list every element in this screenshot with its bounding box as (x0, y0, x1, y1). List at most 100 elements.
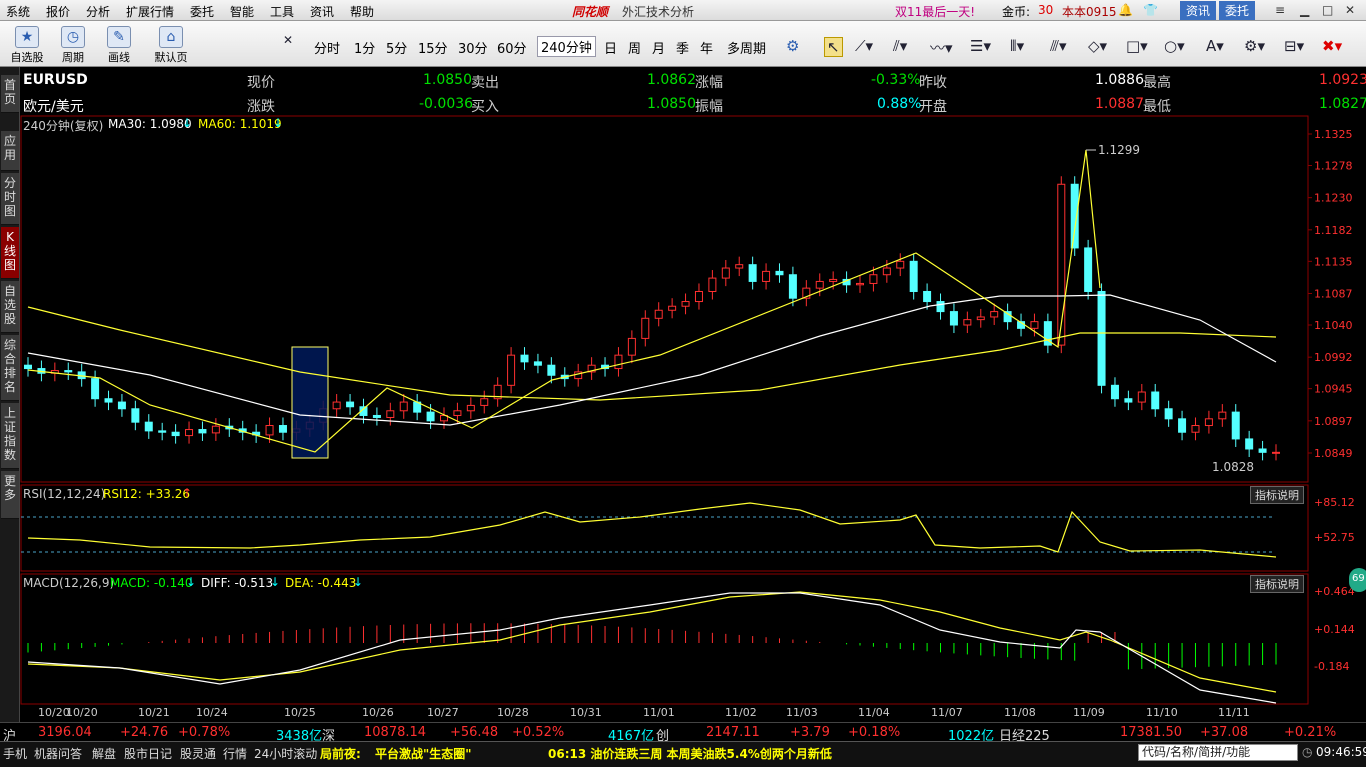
candle-body (654, 309, 663, 319)
candle-body (24, 364, 32, 370)
rsi-pane-frame (20, 484, 1309, 572)
macd-title: MACD(12,26,9) (23, 576, 115, 590)
candle-body (91, 378, 100, 400)
candle-body (1231, 411, 1240, 440)
candle-body (386, 410, 395, 418)
tab-diary[interactable]: 股市日记 (124, 745, 172, 762)
candle-body (614, 354, 623, 370)
tab-robot-qa[interactable]: 机器问答 (34, 745, 82, 762)
clock-time: 09:46:59 (1316, 745, 1366, 759)
candle-body (1191, 425, 1200, 433)
candle-body (507, 354, 516, 386)
clock-icon: ◷ (1302, 745, 1313, 759)
ma30-line (27, 294, 1277, 426)
x-tick-label: 10/20 (66, 706, 98, 719)
market-index-bar: 沪 3196.04 +24.76 +0.78% 3438亿 深 10878.14… (0, 722, 1366, 744)
y-tick-label: 1.0849 (1314, 447, 1353, 460)
macd-value: MACD: -0.140 (110, 576, 193, 590)
y-tick-label: 1.0945 (1314, 383, 1353, 396)
diff-value: DIFF: -0.513 (201, 576, 274, 590)
candle-body (399, 401, 408, 412)
float-badge[interactable]: 69 (1349, 568, 1366, 592)
news-headline-1[interactable]: 平台激战"生态圈" (375, 745, 472, 762)
tab-market[interactable]: 行情 (223, 745, 247, 762)
tab-24h-news[interactable]: 24小时滚动 (254, 745, 317, 762)
x-tick-label: 11/09 (1073, 706, 1105, 719)
candle-body (372, 414, 381, 418)
candle-body (1178, 418, 1187, 433)
highlight-box (291, 346, 329, 459)
x-tick-label: 10/28 (497, 706, 529, 719)
candle-body (708, 277, 717, 292)
diff-arrow-icon: ↓ (270, 575, 281, 589)
search-input[interactable]: 代码/名称/简拼/功能 (1138, 744, 1298, 761)
tab-stock-link[interactable]: 股灵通 (180, 745, 216, 762)
y-tick-label: 1.0992 (1314, 351, 1353, 364)
macd-help-button[interactable]: 指标说明 (1250, 575, 1304, 593)
macd-tick-label: +0.464 (1314, 585, 1355, 598)
candle-body (426, 411, 435, 422)
candle-body (1245, 438, 1254, 450)
candle-body (681, 301, 690, 307)
chart-frame (20, 115, 1309, 705)
chart-area[interactable]: 1.1325 1.1278 1.1230 1.1182 1.1135 1.1087 1.10… (0, 0, 1366, 767)
x-tick-label: 11/01 (643, 706, 675, 719)
sz-change: +56.48 (450, 725, 499, 740)
y-tick-label: 1.1278 (1314, 159, 1353, 172)
candle-body (1272, 451, 1280, 454)
cy-pct: +0.18% (848, 725, 901, 740)
candle-body (1137, 391, 1146, 403)
candle-body (1218, 411, 1227, 420)
kline-title: 240分钟(复权) (23, 119, 104, 133)
candle-body (453, 410, 462, 416)
candle-body (171, 431, 180, 437)
ma60-arrow-icon: ↓ (273, 116, 284, 130)
ma60-line (27, 306, 1277, 401)
candle-body (117, 401, 126, 410)
candle-body (547, 364, 556, 376)
sh-value[interactable]: 3196.04 (38, 725, 92, 740)
x-tick-label: 10/27 (427, 706, 459, 719)
macd-layer (27, 591, 1277, 704)
cy-change: +3.79 (790, 725, 830, 740)
dea-arrow-icon: ↓ (353, 575, 364, 589)
indicator-lines (27, 149, 1277, 453)
news-label: 局前夜: (320, 747, 361, 761)
candle-body (869, 274, 878, 284)
cy-value[interactable]: 2147.11 (706, 725, 760, 740)
x-tick-label: 11/08 (1004, 706, 1036, 719)
zigzag-line (27, 149, 1101, 453)
sz-value[interactable]: 10878.14 (364, 725, 426, 740)
tab-mobile[interactable]: 手机 (3, 745, 27, 762)
candle-body (520, 354, 529, 363)
macd-tick-label: -0.184 (1314, 660, 1349, 673)
ma60-label: MA60: 1.1019 (198, 117, 282, 131)
candle-body (1084, 247, 1093, 292)
candles-layer (24, 176, 1280, 461)
nk-change: +37.08 (1200, 725, 1249, 740)
candle-body (641, 317, 650, 339)
dea-value: DEA: -0.443 (285, 576, 357, 590)
diff-line (27, 592, 1277, 704)
sh-change: +24.76 (120, 725, 169, 740)
x-tick-label: 10/20 (38, 706, 70, 719)
candle-body (949, 311, 958, 326)
candle-body (896, 260, 905, 269)
rsi-value: RSI12: +33.26 (103, 487, 191, 501)
candle-body (332, 401, 341, 410)
nk-pct: +0.21% (1284, 725, 1337, 740)
rsi-title: RSI(12,12,24) (23, 487, 106, 501)
rsi-help-button[interactable]: 指标说明 (1250, 486, 1304, 504)
tab-analysis[interactable]: 解盘 (92, 745, 116, 762)
y-tick-label: 1.1230 (1314, 192, 1353, 205)
news-headline-2[interactable]: 06:13 油价连跌三周 本周美油跌5.4%创两个月新低 (548, 745, 832, 762)
candle-body (198, 429, 207, 434)
x-tick-label: 11/10 (1146, 706, 1178, 719)
candle-body (721, 267, 730, 279)
candle-body (104, 398, 113, 403)
candle-body (627, 337, 636, 356)
y-tick-label: 1.1325 (1314, 128, 1353, 141)
candle-body (788, 274, 797, 299)
nk-value[interactable]: 17381.50 (1120, 725, 1182, 740)
candle-body (1164, 408, 1173, 420)
